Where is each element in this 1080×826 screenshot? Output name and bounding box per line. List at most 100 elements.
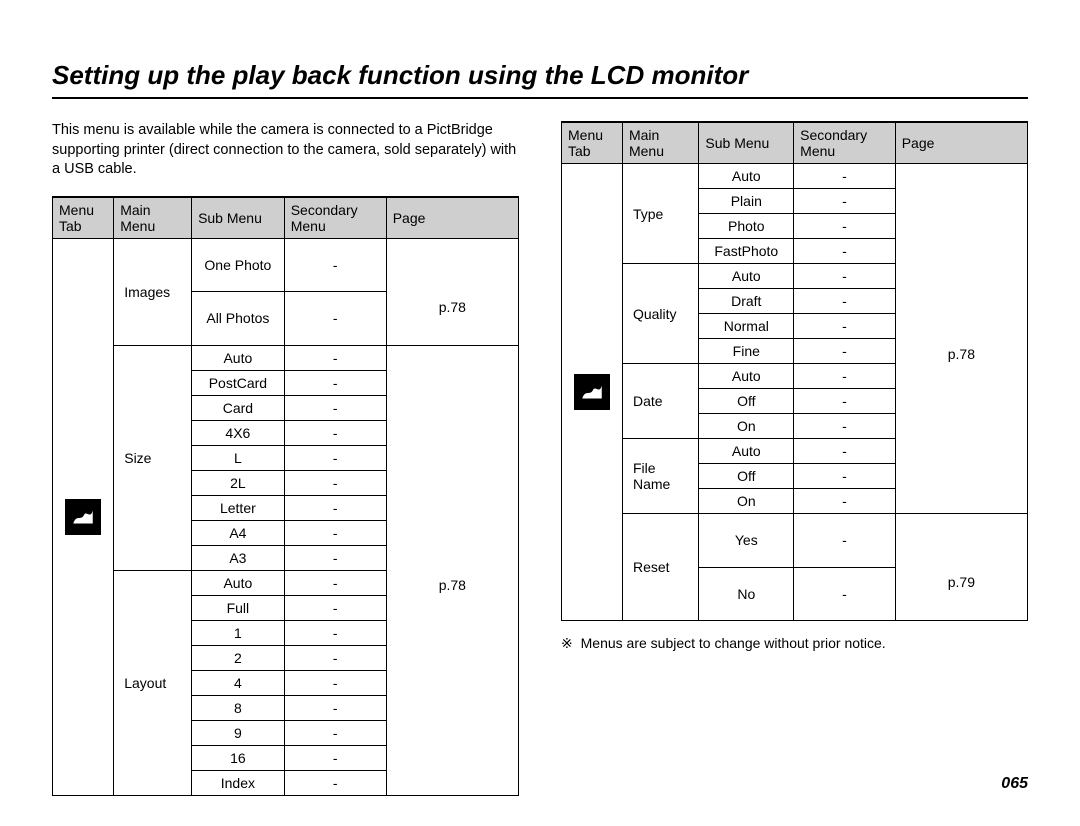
secondary-menu-cell: - [284, 445, 386, 470]
sub-menu-cell: 1 [192, 620, 285, 645]
main-menu-cell: Reset [622, 514, 698, 621]
secondary-menu-cell: - [284, 570, 386, 595]
sub-menu-cell: Auto [699, 364, 794, 389]
secondary-menu-cell: - [284, 238, 386, 292]
page-ref-cell: p.78 [386, 345, 518, 795]
note-text: Menus are subject to change without prio… [581, 635, 886, 651]
secondary-menu-cell: - [794, 389, 896, 414]
secondary-menu-cell: - [794, 214, 896, 239]
th-page: Page [895, 122, 1027, 164]
sub-menu-cell: L [192, 445, 285, 470]
main-menu-cell: Quality [622, 264, 698, 364]
secondary-menu-cell: - [794, 514, 896, 568]
sub-menu-cell: Index [192, 770, 285, 795]
main-menu-cell: Type [622, 164, 698, 264]
sub-menu-cell: A3 [192, 545, 285, 570]
pictbridge-icon [574, 374, 610, 410]
right-column: Menu Tab Main Menu Sub Menu Secondary Me… [561, 121, 1028, 796]
sub-menu-cell: Auto [699, 164, 794, 189]
th-page: Page [386, 197, 518, 239]
secondary-menu-cell: - [284, 370, 386, 395]
sub-menu-cell: Auto [699, 439, 794, 464]
secondary-menu-cell: - [284, 520, 386, 545]
page-number: 065 [1001, 775, 1028, 793]
sub-menu-cell: FastPhoto [699, 239, 794, 264]
main-menu-cell: Size [114, 345, 192, 570]
sub-menu-cell: Card [192, 395, 285, 420]
menu-tab-icon-cell [562, 164, 623, 621]
secondary-menu-cell: - [794, 314, 896, 339]
sub-menu-cell: 4 [192, 670, 285, 695]
sub-menu-cell: 4X6 [192, 420, 285, 445]
sub-menu-cell: Draft [699, 289, 794, 314]
sub-menu-cell: One Photo [192, 238, 285, 292]
main-menu-cell: Images [114, 238, 192, 345]
th-secondary-menu: Secondary Menu [284, 197, 386, 239]
secondary-menu-cell: - [284, 345, 386, 370]
secondary-menu-cell: - [794, 439, 896, 464]
secondary-menu-cell: - [794, 289, 896, 314]
sub-menu-cell: PostCard [192, 370, 285, 395]
secondary-menu-cell: - [794, 239, 896, 264]
th-secondary-menu: Secondary Menu [794, 122, 896, 164]
th-main-menu: Main Menu [114, 197, 192, 239]
th-menu-tab: Menu Tab [53, 197, 114, 239]
sub-menu-cell: Off [699, 389, 794, 414]
secondary-menu-cell: - [794, 414, 896, 439]
sub-menu-cell: No [699, 567, 794, 621]
secondary-menu-cell: - [284, 645, 386, 670]
left-menu-table: Menu Tab Main Menu Sub Menu Secondary Me… [52, 196, 519, 796]
intro-text: This menu is available while the camera … [52, 121, 519, 180]
sub-menu-cell: On [699, 414, 794, 439]
th-sub-menu: Sub Menu [699, 122, 794, 164]
sub-menu-cell: Auto [699, 264, 794, 289]
secondary-menu-cell: - [284, 545, 386, 570]
secondary-menu-cell: - [794, 264, 896, 289]
main-menu-cell: Layout [114, 570, 192, 795]
secondary-menu-cell: - [284, 292, 386, 346]
menu-tab-icon-cell [53, 238, 114, 795]
sub-menu-cell: Full [192, 595, 285, 620]
sub-menu-cell: Auto [192, 345, 285, 370]
sub-menu-cell: 8 [192, 695, 285, 720]
sub-menu-cell: Yes [699, 514, 794, 568]
sub-menu-cell: 2 [192, 645, 285, 670]
secondary-menu-cell: - [284, 395, 386, 420]
sub-menu-cell: 9 [192, 720, 285, 745]
th-menu-tab: Menu Tab [562, 122, 623, 164]
right-menu-table: Menu Tab Main Menu Sub Menu Secondary Me… [561, 121, 1028, 621]
sub-menu-cell: Photo [699, 214, 794, 239]
secondary-menu-cell: - [284, 495, 386, 520]
left-column: This menu is available while the camera … [52, 121, 519, 796]
secondary-menu-cell: - [284, 745, 386, 770]
page-ref-cell: p.78 [895, 164, 1027, 514]
main-menu-cell: File Name [622, 439, 698, 514]
secondary-menu-cell: - [794, 189, 896, 214]
sub-menu-cell: Auto [192, 570, 285, 595]
sub-menu-cell: Normal [699, 314, 794, 339]
secondary-menu-cell: - [284, 695, 386, 720]
footnote: ※ Menus are subject to change without pr… [561, 635, 1028, 652]
secondary-menu-cell: - [794, 339, 896, 364]
th-main-menu: Main Menu [622, 122, 698, 164]
sub-menu-cell: 2L [192, 470, 285, 495]
th-sub-menu: Sub Menu [192, 197, 285, 239]
page-title: Setting up the play back function using … [52, 60, 1028, 99]
secondary-menu-cell: - [794, 464, 896, 489]
secondary-menu-cell: - [794, 489, 896, 514]
page-ref-cell: p.79 [895, 514, 1027, 621]
secondary-menu-cell: - [284, 470, 386, 495]
secondary-menu-cell: - [794, 567, 896, 621]
page-ref-cell: p.78 [386, 238, 518, 345]
note-symbol-icon: ※ [561, 635, 573, 651]
sub-menu-cell: Off [699, 464, 794, 489]
sub-menu-cell: Plain [699, 189, 794, 214]
sub-menu-cell: Fine [699, 339, 794, 364]
pictbridge-icon [65, 499, 101, 535]
secondary-menu-cell: - [794, 364, 896, 389]
sub-menu-cell: A4 [192, 520, 285, 545]
secondary-menu-cell: - [284, 620, 386, 645]
sub-menu-cell: Letter [192, 495, 285, 520]
secondary-menu-cell: - [284, 770, 386, 795]
sub-menu-cell: All Photos [192, 292, 285, 346]
